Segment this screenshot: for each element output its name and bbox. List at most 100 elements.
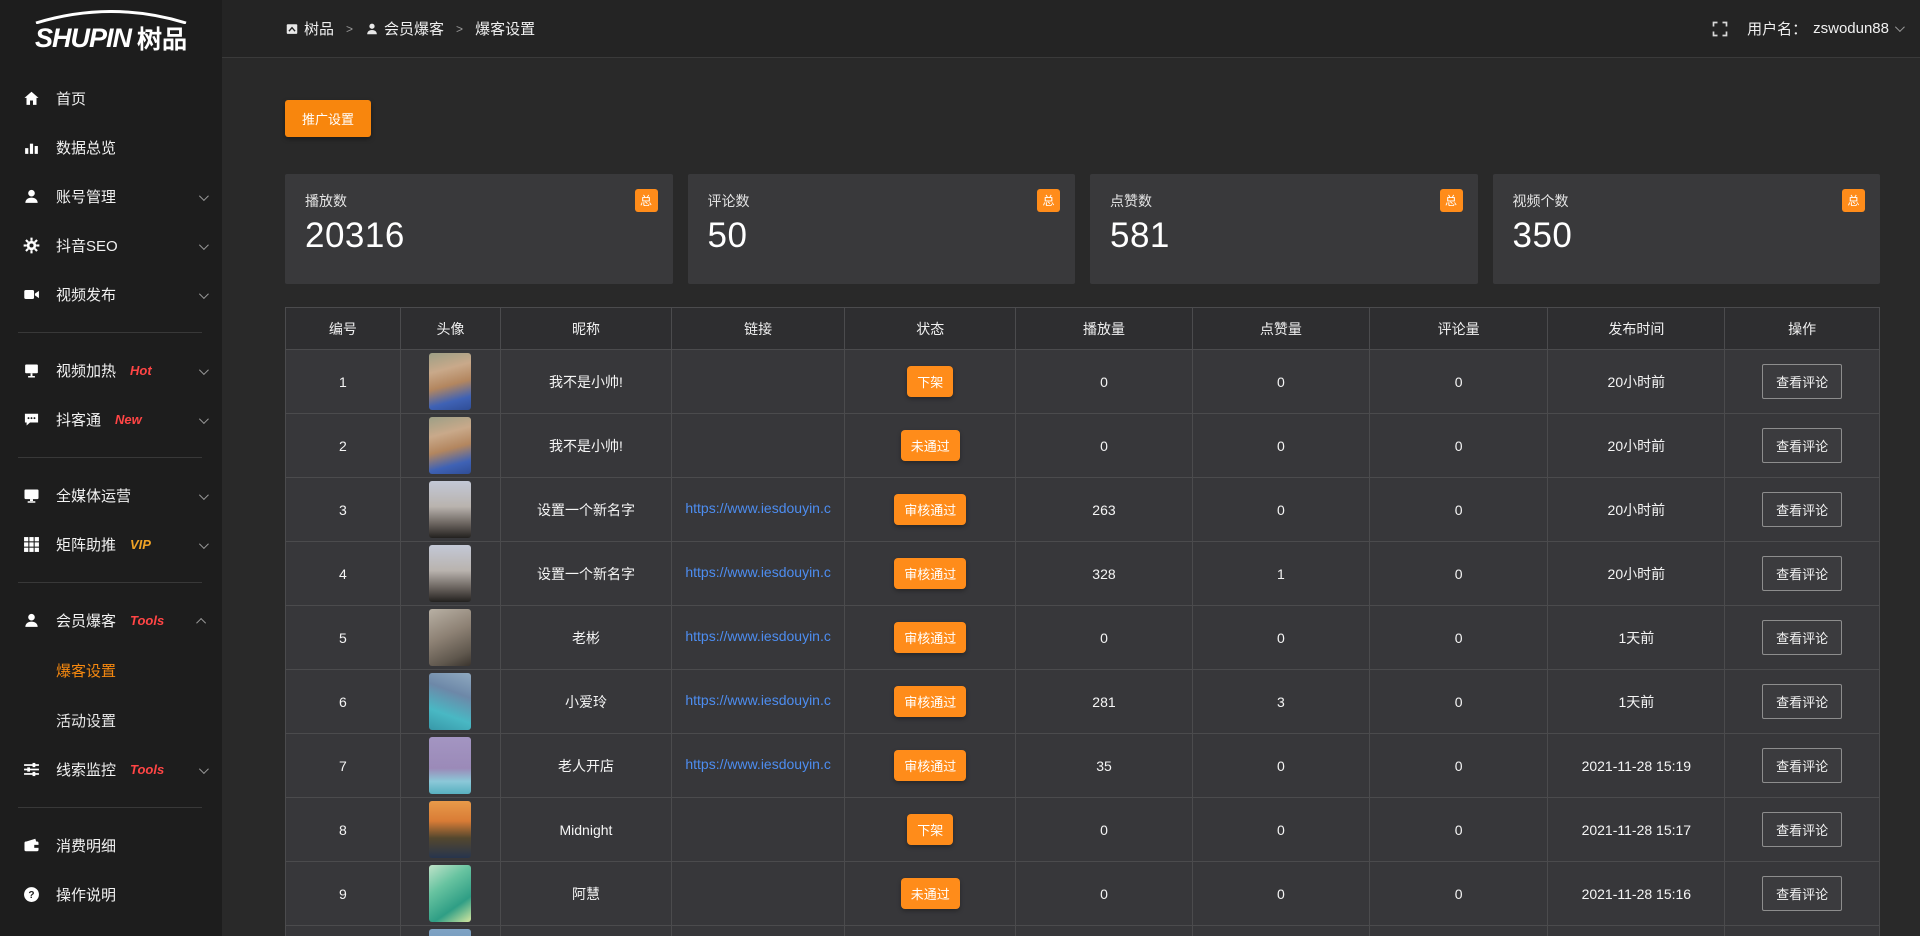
user-icon bbox=[23, 188, 40, 205]
view-comments-button[interactable]: 查看评论 bbox=[1762, 620, 1842, 655]
chevron-down-icon bbox=[199, 761, 206, 779]
sidebar-item-all-media-operation[interactable]: 全媒体运营 bbox=[0, 471, 222, 520]
video-link[interactable]: https://www.iesdouyin.c bbox=[685, 756, 831, 772]
total-badge: 总 bbox=[1842, 189, 1865, 212]
table-row: 8Midnight下架0002021-11-28 15:17查看评论 bbox=[286, 798, 1880, 862]
fullscreen-icon[interactable] bbox=[1711, 20, 1729, 38]
sidebar-item-label: 会员爆客 bbox=[56, 610, 116, 631]
stat-label: 评论数 bbox=[708, 191, 1056, 211]
page-content: 推广设置 播放数 20316 总 评论数 50 总 点赞数 581 总 bbox=[222, 58, 1920, 936]
sidebar-item-matrix-boost[interactable]: 矩阵助推VIP bbox=[0, 520, 222, 569]
breadcrumb: 树品 > 会员爆客 > 爆客设置 bbox=[285, 18, 535, 39]
avatar-cell bbox=[400, 734, 500, 798]
publish-time-cell: 2021-11-28 15:19 bbox=[1548, 734, 1725, 798]
likes-cell: 0 bbox=[1192, 798, 1369, 862]
view-comments-button[interactable]: 查看评论 bbox=[1762, 364, 1842, 399]
user-menu[interactable]: 用户名： zswodun88 bbox=[1747, 18, 1902, 39]
video-link[interactable]: https://www.iesdouyin.c bbox=[685, 628, 831, 644]
stat-card-likes: 点赞数 581 总 bbox=[1090, 174, 1478, 284]
status-badge: 审核通过 bbox=[894, 686, 966, 717]
sidebar-item-clue-monitoring[interactable]: 线索监控Tools bbox=[0, 745, 222, 794]
plays-cell: 281 bbox=[1016, 670, 1193, 734]
view-comments-button[interactable]: 查看评论 bbox=[1762, 876, 1842, 911]
plays-cell: 35 bbox=[1016, 734, 1193, 798]
status-badge: 审核通过 bbox=[894, 750, 966, 781]
chevron-down-icon bbox=[199, 237, 206, 255]
action-cell: 查看评论 bbox=[1725, 798, 1880, 862]
grid-icon bbox=[22, 536, 40, 554]
row-id-cell: 4 bbox=[286, 542, 401, 606]
comments-cell: 0 bbox=[1369, 414, 1548, 478]
column-header: 状态 bbox=[845, 308, 1016, 350]
breadcrumb-item-baoke-settings[interactable]: 爆客设置 bbox=[475, 18, 535, 39]
column-header: 播放量 bbox=[1016, 308, 1193, 350]
row-id-cell bbox=[286, 926, 401, 936]
video-icon bbox=[22, 286, 40, 304]
view-comments-button[interactable]: 查看评论 bbox=[1762, 556, 1842, 591]
view-comments-button[interactable]: 查看评论 bbox=[1762, 748, 1842, 783]
help-icon: ? bbox=[23, 886, 40, 903]
sidebar-item-video-heating[interactable]: 视频加热Hot bbox=[0, 346, 222, 395]
column-header: 头像 bbox=[400, 308, 500, 350]
publish-time-cell: 20小时前 bbox=[1548, 350, 1725, 414]
sidebar-item-consumption-details[interactable]: 消费明细 bbox=[0, 821, 222, 870]
row-id-cell: 7 bbox=[286, 734, 401, 798]
sidebar-item-activity-settings[interactable]: 活动设置 bbox=[0, 695, 222, 745]
link-cell: https://www.iesdouyin.c bbox=[671, 542, 845, 606]
breadcrumb-item-shupin[interactable]: 树品 bbox=[285, 18, 334, 39]
nickname-cell: 我不是小帅! bbox=[501, 414, 672, 478]
stat-card-plays: 播放数 20316 总 bbox=[285, 174, 673, 284]
status-badge: 未通过 bbox=[901, 430, 960, 461]
video-link[interactable]: https://www.iesdouyin.c bbox=[685, 564, 831, 580]
sidebar-item-operation-guide[interactable]: ?操作说明 bbox=[0, 870, 222, 919]
sidebar-item-label: 矩阵助推 bbox=[56, 534, 116, 555]
comments-cell: 0 bbox=[1369, 734, 1548, 798]
sidebar-item-douyin-seo[interactable]: 抖音SEO bbox=[0, 221, 222, 270]
sidebar-item-data-overview[interactable]: 数据总览 bbox=[0, 123, 222, 172]
sidebar-item-label: 视频加热 bbox=[56, 360, 116, 381]
comments-cell bbox=[1369, 926, 1548, 936]
status-badge: 审核通过 bbox=[894, 622, 966, 653]
breadcrumb-label: 会员爆客 bbox=[384, 18, 444, 39]
breadcrumb-separator: > bbox=[346, 22, 353, 36]
logo-arc-icon bbox=[24, 10, 198, 24]
gear-icon bbox=[22, 237, 40, 255]
stat-label: 视频个数 bbox=[1513, 191, 1861, 211]
plays-cell: 0 bbox=[1016, 798, 1193, 862]
comments-cell: 0 bbox=[1369, 478, 1548, 542]
link-cell bbox=[671, 862, 845, 926]
avatar bbox=[429, 417, 471, 474]
view-comments-button[interactable]: 查看评论 bbox=[1762, 428, 1842, 463]
plays-cell: 0 bbox=[1016, 606, 1193, 670]
avatar-cell bbox=[400, 926, 500, 936]
sidebar-item-home[interactable]: 首页 bbox=[0, 74, 222, 123]
topbar: 树品 > 会员爆客 > 爆客设置 用户名： zswodun88 bbox=[222, 0, 1920, 58]
video-link[interactable]: https://www.iesdouyin.c bbox=[685, 500, 831, 516]
view-comments-button[interactable]: 查看评论 bbox=[1762, 812, 1842, 847]
plays-cell bbox=[1016, 926, 1193, 936]
likes-cell: 0 bbox=[1192, 350, 1369, 414]
sidebar-item-baoke-settings[interactable]: 爆客设置 bbox=[0, 645, 222, 695]
sidebar-item-account-management[interactable]: 账号管理 bbox=[0, 172, 222, 221]
sidebar-item-douketong[interactable]: 抖客通New bbox=[0, 395, 222, 444]
likes-cell: 0 bbox=[1192, 862, 1369, 926]
nickname-cell bbox=[501, 926, 672, 936]
row-id-cell: 6 bbox=[286, 670, 401, 734]
comments-cell: 0 bbox=[1369, 798, 1548, 862]
comments-cell: 0 bbox=[1369, 862, 1548, 926]
video-link[interactable]: https://www.iesdouyin.c bbox=[685, 692, 831, 708]
action-cell: 查看评论 bbox=[1725, 606, 1880, 670]
status-badge: 审核通过 bbox=[894, 494, 966, 525]
publish-time-cell: 20小时前 bbox=[1548, 478, 1725, 542]
plays-cell: 328 bbox=[1016, 542, 1193, 606]
sidebar-item-video-publish[interactable]: 视频发布 bbox=[0, 270, 222, 319]
link-cell: https://www.iesdouyin.c bbox=[671, 606, 845, 670]
sidebar-item-member-baoke[interactable]: 会员爆客Tools bbox=[0, 596, 222, 645]
view-comments-button[interactable]: 查看评论 bbox=[1762, 684, 1842, 719]
screen-icon bbox=[23, 362, 40, 379]
view-comments-button[interactable]: 查看评论 bbox=[1762, 492, 1842, 527]
plays-cell: 0 bbox=[1016, 350, 1193, 414]
action-cell: 查看评论 bbox=[1725, 414, 1880, 478]
breadcrumb-item-member-baoke[interactable]: 会员爆客 bbox=[365, 18, 444, 39]
promotion-settings-button[interactable]: 推广设置 bbox=[285, 100, 371, 137]
